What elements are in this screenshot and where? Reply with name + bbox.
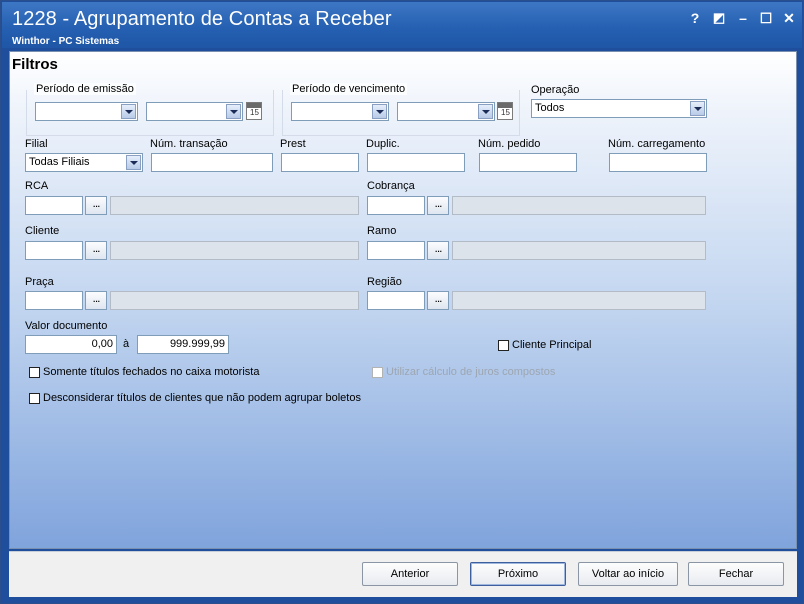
duplicate-label: Duplic. — [366, 138, 400, 150]
billing-search-button[interactable]: ... — [427, 196, 449, 215]
close-form-button[interactable]: Fechar — [688, 562, 784, 586]
chevron-down-icon[interactable] — [478, 104, 493, 119]
document-value-label: Valor documento — [25, 320, 108, 332]
branch-select[interactable]: Todas Filiais — [25, 153, 143, 172]
rca-search-button[interactable]: ... — [85, 196, 107, 215]
rca-description — [110, 196, 359, 215]
square-code-input[interactable] — [25, 291, 83, 310]
chevron-down-icon[interactable] — [126, 155, 141, 170]
title-bar: 1228 - Agrupamento de Contas a Receber W… — [2, 2, 802, 48]
billing-code-input[interactable] — [367, 196, 425, 215]
next-button[interactable]: Próximo — [470, 562, 566, 586]
square-description — [110, 291, 359, 310]
region-description — [452, 291, 706, 310]
button-bar: Anterior Próximo Voltar ao início Fechar — [9, 551, 797, 597]
operation-value: Todos — [535, 102, 565, 114]
value-min-input[interactable]: 0,00 — [25, 335, 117, 354]
value-max-input[interactable]: 999.999,99 — [137, 335, 229, 354]
page-title: Filtros — [12, 56, 58, 73]
chevron-down-icon[interactable] — [226, 104, 241, 119]
window-title: 1228 - Agrupamento de Contas a Receber — [12, 8, 392, 30]
duplicate-input[interactable] — [367, 153, 465, 172]
square-search-button[interactable]: ... — [85, 291, 107, 310]
help-button[interactable]: ? — [686, 10, 704, 26]
due-start-date[interactable] — [291, 102, 389, 121]
activity-description — [452, 241, 706, 260]
client-code-input[interactable] — [25, 241, 83, 260]
calendar-number: 15 — [501, 108, 510, 117]
order-number-input[interactable] — [479, 153, 577, 172]
filter-panel: Filtros Período de emissão 15 Período de… — [9, 51, 797, 549]
compound-interest-checkbox — [372, 367, 383, 378]
previous-button[interactable]: Anterior — [362, 562, 458, 586]
order-number-label: Núm. pedido — [478, 138, 541, 150]
operation-select[interactable]: Todos — [531, 99, 707, 118]
chevron-down-icon[interactable] — [372, 104, 387, 119]
disregard-titles-label: Desconsiderar títulos de clientes que nã… — [43, 392, 361, 404]
calendar-number: 15 — [250, 108, 259, 117]
close-button[interactable]: ✕ — [780, 10, 798, 27]
due-end-date[interactable] — [397, 102, 495, 121]
disregard-titles-checkbox[interactable] — [29, 393, 40, 404]
branch-label: Filial — [25, 138, 48, 150]
main-client-label: Cliente Principal — [512, 339, 592, 351]
chevron-down-icon[interactable] — [690, 101, 705, 116]
client-description — [110, 241, 359, 260]
region-search-button[interactable]: ... — [427, 291, 449, 310]
activity-search-button[interactable]: ... — [427, 241, 449, 260]
branch-activity-label: Ramo — [367, 225, 397, 237]
activity-code-input[interactable] — [367, 241, 425, 260]
minimize-button[interactable]: – — [734, 10, 752, 26]
square-label: Praça — [25, 276, 54, 288]
region-label: Região — [367, 276, 402, 288]
window-subtitle: Winthor - PC Sistemas — [12, 36, 120, 47]
app-window: 1228 - Agrupamento de Contas a Receber W… — [0, 0, 804, 604]
restore-icon[interactable]: ◩ — [710, 10, 728, 26]
client-search-button[interactable]: ... — [85, 241, 107, 260]
billing-description — [452, 196, 706, 215]
rca-label: RCA — [25, 180, 49, 192]
installment-label: Prest — [280, 138, 306, 150]
calendar-icon[interactable]: 15 — [246, 102, 262, 120]
client-label: Cliente — [25, 225, 60, 237]
operation-label: Operação — [531, 84, 580, 96]
emission-period-label: Período de emissão — [34, 83, 136, 95]
calendar-icon[interactable]: 15 — [497, 102, 513, 120]
load-number-label: Núm. carregamento — [608, 138, 706, 150]
closed-titles-checkbox[interactable] — [29, 367, 40, 378]
branch-value: Todas Filiais — [29, 156, 90, 168]
closed-titles-label: Somente títulos fechados no caixa motori… — [43, 366, 260, 378]
compound-interest-label: Utilizar cálculo de juros compostos — [386, 366, 556, 378]
transaction-number-input[interactable] — [151, 153, 273, 172]
emission-start-date[interactable] — [35, 102, 138, 121]
range-separator: à — [123, 338, 130, 350]
rca-code-input[interactable] — [25, 196, 83, 215]
due-period-label: Período de vencimento — [290, 83, 408, 95]
transaction-number-label: Núm. transação — [150, 138, 228, 150]
emission-end-date[interactable] — [146, 102, 243, 121]
back-to-start-button[interactable]: Voltar ao início — [578, 562, 678, 586]
region-code-input[interactable] — [367, 291, 425, 310]
maximize-button[interactable]: ☐ — [757, 10, 775, 27]
main-client-checkbox[interactable] — [498, 340, 509, 351]
installment-input[interactable] — [281, 153, 359, 172]
billing-label: Cobrança — [367, 180, 415, 192]
load-number-input[interactable] — [609, 153, 707, 172]
chevron-down-icon[interactable] — [121, 104, 136, 119]
